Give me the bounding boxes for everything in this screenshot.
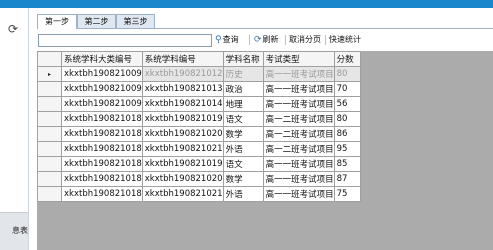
tab-step-1[interactable]: 第一步: [37, 14, 77, 29]
cell-score[interactable]: 70: [333, 81, 361, 97]
quick-stats-button[interactable]: 快速统计: [329, 34, 361, 46]
cell-subject-name[interactable]: 数学: [222, 126, 264, 142]
row-header-corner[interactable]: [37, 51, 62, 67]
cell-score[interactable]: 80: [333, 111, 361, 127]
cell-subject-name[interactable]: 外语: [222, 186, 264, 202]
cell-exam-type[interactable]: 高一一班考试项目: [262, 171, 335, 187]
table-row[interactable]: xkxtbh190821018 xkxtbh190821019 语文 高一二班考试项目…: [37, 111, 361, 127]
cell-subject-name[interactable]: 政治: [222, 81, 264, 97]
cancel-paging-button[interactable]: 取消分页: [289, 34, 321, 46]
refresh-icon[interactable]: ⟳: [8, 23, 18, 35]
table-row[interactable]: xkxtbh190821018 xkxtbh190821020 数学 高一一班考试项目…: [37, 171, 361, 187]
table-row[interactable]: xkxtbh190821009 xkxtbh190821013 政治 高一一班考试项目…: [37, 81, 361, 97]
sidebar-nav-item[interactable]: 息表: [0, 212, 28, 250]
app-window: ⟳ 息表 第一步 第二步 第三步 ⚲查询 ⟳刷新 取消分页 快速统计 系统学科大…: [0, 0, 493, 250]
cell-exam-type[interactable]: 高一一班考试项目: [262, 81, 335, 97]
row-header[interactable]: [37, 141, 62, 157]
tab-step-3[interactable]: 第三步: [116, 14, 155, 28]
row-header[interactable]: [37, 156, 62, 172]
column-header-score[interactable]: 分数: [333, 51, 361, 67]
cell-exam-type[interactable]: 高一一班考试项目: [262, 96, 335, 112]
cell-score[interactable]: 87: [333, 171, 361, 187]
cell-subject-name[interactable]: 语文: [222, 111, 264, 127]
cell-subject-name[interactable]: 语文: [222, 156, 264, 172]
column-header-category-code[interactable]: 系统学科大类编号: [61, 51, 143, 67]
cell-subject-code[interactable]: xkxtbh190821019: [141, 156, 224, 172]
refresh-button[interactable]: ⟳刷新: [254, 34, 279, 46]
row-header[interactable]: [37, 111, 62, 127]
cell-score[interactable]: 95: [333, 141, 361, 157]
table-row[interactable]: ▸ xkxtbh190821009 xkxtbh190821012 历史 高一一班考试项…: [37, 66, 361, 82]
table-row[interactable]: xkxtbh190821018 xkxtbh190821020 数学 高一二班考试项目…: [37, 126, 361, 142]
cell-category-code[interactable]: xkxtbh190821018: [61, 156, 143, 172]
cell-subject-code[interactable]: xkxtbh190821019: [141, 111, 224, 127]
cell-subject-code[interactable]: xkxtbh190821020: [141, 126, 224, 142]
cell-category-code[interactable]: xkxtbh190821018: [61, 171, 143, 187]
search-icon: ⚲: [215, 35, 222, 45]
cell-subject-code[interactable]: xkxtbh190821012: [141, 66, 224, 82]
table-row[interactable]: xkxtbh190821018 xkxtbh190821021 外语 高一一班考试项目…: [37, 186, 361, 202]
title-bar: [0, 0, 493, 8]
row-header[interactable]: [37, 96, 62, 112]
cell-exam-type[interactable]: 高一一班考试项目: [262, 156, 335, 172]
sidebar-nav-label: 息表: [12, 226, 28, 235]
sidebar: ⟳ 息表: [0, 8, 29, 250]
cell-subject-code[interactable]: xkxtbh190821013: [141, 81, 224, 97]
refresh-label: 刷新: [262, 35, 279, 44]
cell-subject-code[interactable]: xkxtbh190821020: [141, 171, 224, 187]
grid-table: 系统学科大类编号 系统学科编号 学科名称 考试类型 分数 ▸ xkxtbh1908…: [37, 51, 361, 202]
cell-exam-type[interactable]: 高一二班考试项目: [262, 141, 335, 157]
table-row[interactable]: xkxtbh190821018 xkxtbh190821021 外语 高一二班考试项目…: [37, 141, 361, 157]
query-label: 查询: [222, 35, 239, 44]
cell-exam-type[interactable]: 高一一班考试项目: [262, 186, 335, 202]
column-header-subject-code[interactable]: 系统学科编号: [141, 51, 224, 67]
cell-subject-name[interactable]: 地理: [222, 96, 264, 112]
search-input[interactable]: [38, 34, 212, 47]
toolbar-separator: [325, 35, 326, 45]
cell-category-code[interactable]: xkxtbh190821009: [61, 66, 143, 82]
header-row: 系统学科大类编号 系统学科编号 学科名称 考试类型 分数: [37, 51, 361, 67]
data-grid[interactable]: 系统学科大类编号 系统学科编号 学科名称 考试类型 分数 ▸ xkxtbh1908…: [37, 51, 493, 250]
refresh-icon: ⟳: [254, 35, 262, 45]
cell-category-code[interactable]: xkxtbh190821009: [61, 96, 143, 112]
cell-subject-code[interactable]: xkxtbh190821021: [141, 141, 224, 157]
cell-subject-name[interactable]: 历史: [222, 66, 264, 82]
cell-category-code[interactable]: xkxtbh190821018: [61, 111, 143, 127]
cell-score[interactable]: 85: [333, 156, 361, 172]
toolbar-separator: [249, 35, 250, 45]
cell-subject-code[interactable]: xkxtbh190821014: [141, 96, 224, 112]
cell-score[interactable]: 86: [333, 126, 361, 142]
query-button[interactable]: ⚲查询: [215, 34, 239, 46]
cell-category-code[interactable]: xkxtbh190821018: [61, 141, 143, 157]
cell-score[interactable]: 75: [333, 186, 361, 202]
cell-category-code[interactable]: xkxtbh190821018: [61, 186, 143, 202]
cell-exam-type[interactable]: 高一一班考试项目: [262, 66, 335, 82]
row-header[interactable]: ▸: [37, 66, 62, 82]
row-header[interactable]: [37, 81, 62, 97]
current-row-indicator-icon: ▸: [47, 70, 51, 78]
cell-score[interactable]: 80: [333, 66, 361, 82]
cell-subject-code[interactable]: xkxtbh190821021: [141, 186, 224, 202]
table-row[interactable]: xkxtbh190821018 xkxtbh190821019 语文 高一一班考试项目…: [37, 156, 361, 172]
cell-score[interactable]: 56: [333, 96, 361, 112]
cell-exam-type[interactable]: 高一二班考试项目: [262, 111, 335, 127]
cell-subject-name[interactable]: 外语: [222, 141, 264, 157]
row-header[interactable]: [37, 171, 62, 187]
table-row[interactable]: xkxtbh190821009 xkxtbh190821014 地理 高一一班考试项目…: [37, 96, 361, 112]
toolbar-separator: [285, 35, 286, 45]
tab-divider: [37, 28, 493, 29]
cell-subject-name[interactable]: 数学: [222, 171, 264, 187]
cell-exam-type[interactable]: 高一二班考试项目: [262, 126, 335, 142]
column-header-exam-type[interactable]: 考试类型: [262, 51, 335, 67]
cell-category-code[interactable]: xkxtbh190821009: [61, 81, 143, 97]
cell-category-code[interactable]: xkxtbh190821018: [61, 126, 143, 142]
toolbar: ⚲查询 ⟳刷新 取消分页 快速统计: [37, 34, 493, 47]
tab-step-2[interactable]: 第二步: [77, 14, 116, 28]
row-header[interactable]: [37, 126, 62, 142]
row-header[interactable]: [37, 186, 62, 202]
column-header-subject-name[interactable]: 学科名称: [222, 51, 264, 67]
